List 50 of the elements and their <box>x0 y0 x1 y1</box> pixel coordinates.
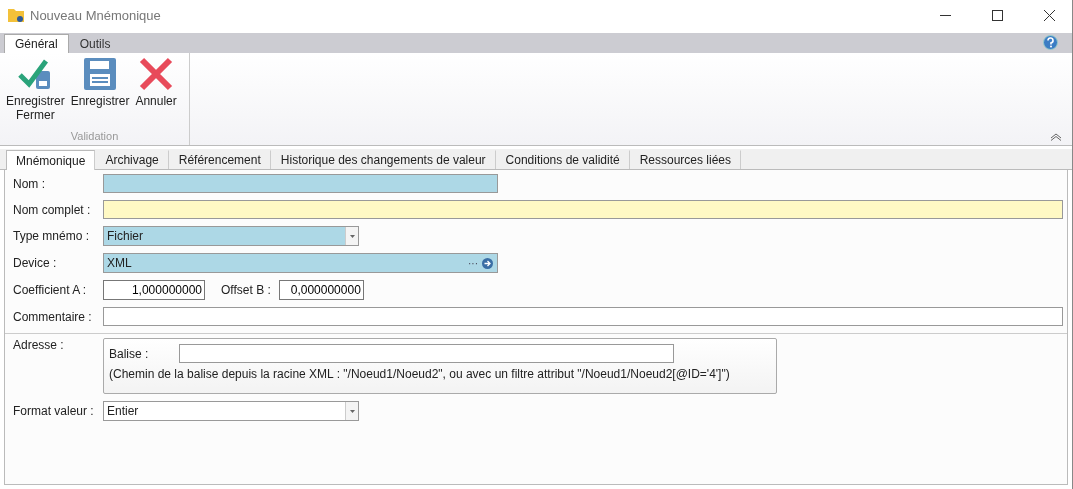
number-field[interactable]: 1,000000000 <box>103 280 205 300</box>
field-label: Commentaire : <box>13 309 93 324</box>
save-check-icon <box>18 57 53 91</box>
input-field[interactable] <box>103 174 498 193</box>
caret-icon <box>349 409 355 413</box>
field-value: Entier <box>107 404 140 418</box>
field-label: Device : <box>13 256 58 270</box>
tab[interactable]: Historique des changements de valeur <box>270 150 496 169</box>
field-value: XML <box>107 256 133 270</box>
dropdown-button[interactable] <box>345 227 358 245</box>
maximize-icon[interactable] <box>991 9 1003 21</box>
field-label: Nom complet : <box>13 202 92 217</box>
tab[interactable]: Ressources liées <box>629 150 742 169</box>
arrow-icon[interactable] <box>482 257 493 269</box>
minimize-icon[interactable] <box>939 14 951 16</box>
field-label: Nom : <box>13 176 46 191</box>
help-icon[interactable] <box>1043 35 1058 50</box>
ribbon-button[interactable]: Annuler <box>133 57 179 130</box>
device-field[interactable]: XML ··· <box>103 253 498 273</box>
tab[interactable]: Référencement <box>168 150 271 169</box>
ribbon-tab[interactable]: Général <box>4 34 69 53</box>
field-label: Adresse : <box>13 338 65 352</box>
field-label: Offset B : <box>221 283 271 297</box>
dropdown-field[interactable]: Entier <box>103 401 359 421</box>
collapse-icon[interactable] <box>1050 133 1062 141</box>
input-field[interactable] <box>103 200 1063 219</box>
window-title: Nouveau Mnémonique <box>30 7 162 23</box>
ribbon-tab[interactable]: Outils <box>68 34 122 53</box>
ribbon-button[interactable]: Enregistrer Fermer <box>4 57 67 130</box>
caret-icon <box>349 234 355 238</box>
field-label: Coefficient A : <box>13 283 88 297</box>
tab[interactable]: Mnémonique <box>6 150 96 170</box>
dropdown-button[interactable] <box>345 402 358 420</box>
folder-icon <box>8 8 24 22</box>
input-field[interactable] <box>179 344 674 363</box>
input-field[interactable] <box>103 307 1063 326</box>
hint-text: (Chemin de la balise depuis la racine XML : "/Noeud1/Noeud2", ou avec un filtre attribut "/Noeud1/Noeud2[@ID='4']") <box>109 367 731 381</box>
browse-button[interactable]: ··· <box>464 257 482 269</box>
field-value: Fichier <box>107 229 144 243</box>
field-label: Type mnémo : <box>13 229 91 243</box>
field-label: Format valeur : <box>13 404 95 418</box>
tab[interactable]: Archivage <box>95 150 169 169</box>
field-label: Balise : <box>109 346 150 361</box>
close-icon <box>139 57 174 91</box>
ribbon-button[interactable]: Enregistrer <box>68 57 132 130</box>
dropdown-field[interactable]: Fichier <box>103 226 359 246</box>
group-label: Validation <box>69 130 120 144</box>
close-icon[interactable] <box>1043 9 1055 21</box>
number-field[interactable]: 0,000000000 <box>278 280 364 300</box>
tab[interactable]: Conditions de validité <box>495 150 630 169</box>
